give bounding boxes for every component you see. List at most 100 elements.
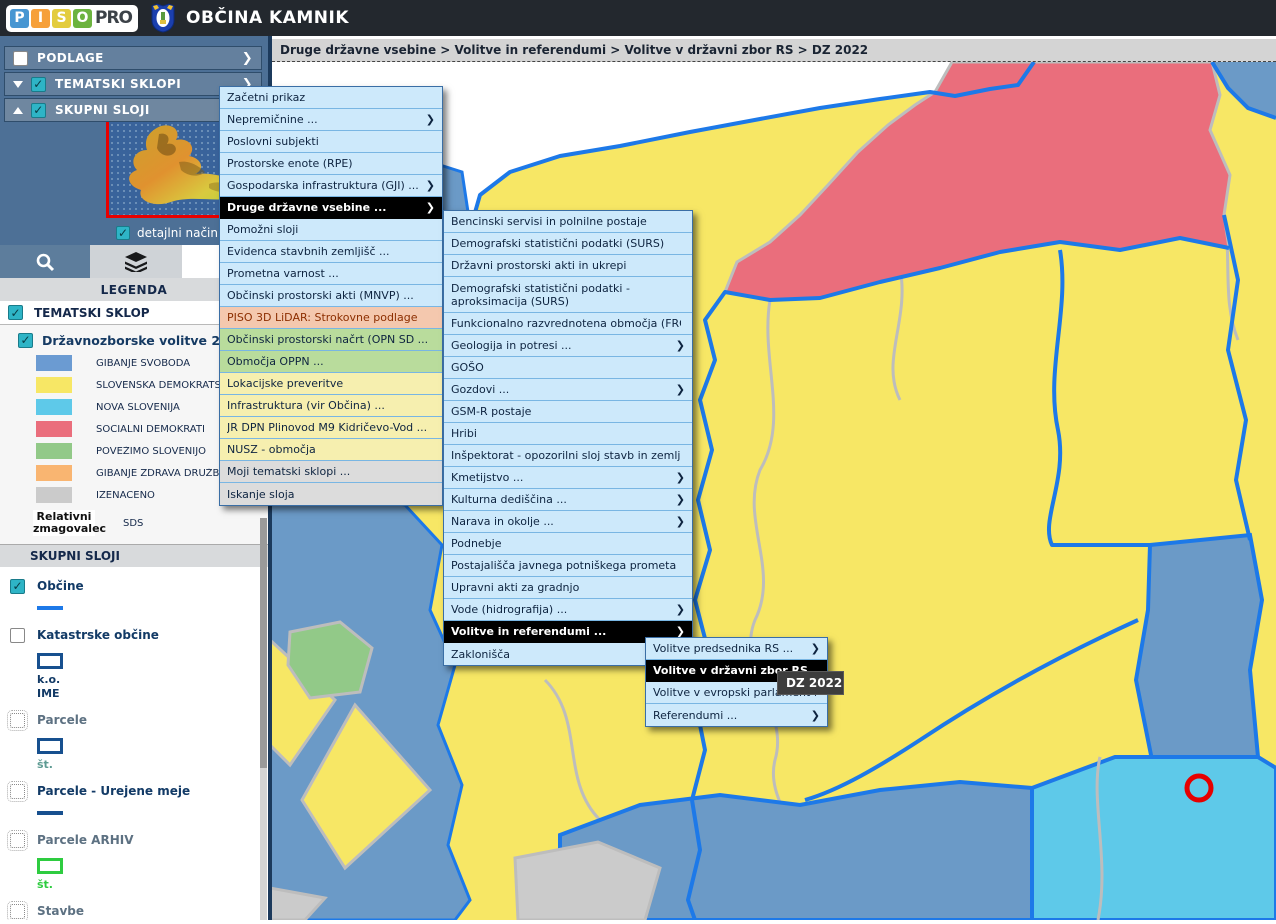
menu-item[interactable]: Območja OPPN ... [220,351,442,373]
menu-item-label: Območja OPPN ... [227,355,431,368]
menu-item[interactable]: Referendumi ... ❯ [646,704,827,726]
tematski-sklop-label: TEMATSKI SKLOP [34,306,150,320]
menu-item-label: Kmetijstvo ... [451,471,672,484]
expand-icon[interactable] [13,107,23,114]
menu-item[interactable]: Infrastruktura (vir Občina) ... [220,395,442,417]
submenu-arrow-icon: ❯ [676,515,685,528]
menu-item[interactable]: Občinski prostorski akti (MNVP) ... [220,285,442,307]
layer-sublabel: IME [37,687,268,701]
menu-item-label: Kulturna dediščina ... [451,493,672,506]
submenu-arrow-icon: ❯ [676,493,685,506]
layer-checkbox[interactable] [10,833,25,848]
menu-item[interactable]: Demografski statistični podatki (SURS) [444,233,692,255]
menu-item[interactable]: JR DPN Plinovod M9 Kidričevo-Vod ... [220,417,442,439]
menu-item-label: Prometna varnost ... [227,267,431,280]
sidebar-scrollbar[interactable] [260,518,267,920]
menu-item[interactable]: Volitve predsednika RS ... ❯ [646,638,827,660]
menu-item-label: Druge državne vsebine ... [227,201,422,214]
region-blue-right [1136,535,1262,760]
menu-item-label: GOŠO [451,361,681,374]
menu-item[interactable]: Podnebje [444,533,692,555]
logo-letter-tile: S [52,9,71,28]
menu-item[interactable]: Funkcionalno razvrednotena območja (FRO) [444,313,692,335]
tematski-sklop-checkbox[interactable]: ✓ [8,305,23,320]
menu-item-label: Podnebje [451,537,681,550]
menu-item-label: Infrastruktura (vir Občina) ... [227,399,431,412]
scrollbar-thumb[interactable] [260,518,267,768]
menu-item[interactable]: Gozdovi ... ❯ [444,379,692,401]
theme-checkbox[interactable]: ✓ [18,333,33,348]
layer-sublabel: št. [37,878,268,892]
menu-item[interactable]: GSM-R postaje [444,401,692,423]
chevron-right-icon[interactable]: ❯ [242,51,253,66]
detail-mode-checkbox[interactable]: ✓ [116,226,130,240]
menu-item-label: JR DPN Plinovod M9 Kidričevo-Vod ... [227,421,431,434]
logo-letter-tile: P [10,9,29,28]
collapse-icon[interactable] [13,81,23,88]
layer-symbol-swatch [37,738,63,754]
menu-item-label: Narava in okolje ... [451,515,672,528]
relative-winner-label: Relativni zmagovalec [33,510,95,536]
menu-item[interactable]: Hribi [444,423,692,445]
menu-item[interactable]: Državni prostorski akti in ukrepi [444,255,692,277]
menu-item-label: Upravni akti za gradnjo [451,581,681,594]
menu-item[interactable]: Iskanje sloja [220,483,442,505]
menu-item[interactable]: Demografski statistični podatki - aproks… [444,277,692,313]
layer-checkbox[interactable] [10,784,25,799]
menu-item[interactable]: Evidenca stavbnih zemljišč ... [220,241,442,263]
legend-color-swatch [36,443,72,459]
tab-search[interactable] [0,245,90,278]
menu-item-label: Hribi [451,427,681,440]
menu-item[interactable]: PISO 3D LiDAR: Strokovne podlage [220,307,442,329]
menu-item-label: Postajališča javnega potniškega prometa [451,559,681,572]
menu-item[interactable]: Geologija in potresi ... ❯ [444,335,692,357]
menu-item-label: Bencinski servisi in polnilne postaje [451,215,681,228]
menu-item-label: Gozdovi ... [451,383,672,396]
menu-item[interactable]: Začetni prikaz [220,87,442,109]
menu-item[interactable]: Druge državne vsebine ... ❯ [220,197,442,219]
layer-checkbox[interactable] [10,904,25,919]
detail-mode-label: detajlni način [137,226,218,240]
menu-item[interactable]: Vode (hidrografija) ... ❯ [444,599,692,621]
menu-item[interactable]: Inšpektorat - opozorilni sloj stavb in z… [444,445,692,467]
layer-checkbox[interactable] [10,713,25,728]
menu-item[interactable]: Bencinski servisi in polnilne postaje [444,211,692,233]
menu-item-label: NUSZ - območja [227,443,431,456]
menu-item[interactable]: Upravni akti za gradnjo [444,577,692,599]
menu-item[interactable]: Moji tematski sklopi ... [220,461,442,483]
panel-podlage[interactable]: PODLAGE ❯ [4,46,262,70]
piso-logo[interactable]: PISO PRO [6,5,138,32]
skupni-checkbox[interactable]: ✓ [31,103,46,118]
menu-item[interactable]: Nepremičnine ... ❯ [220,109,442,131]
layer-checkbox[interactable] [10,628,25,643]
menu-item-label: Poslovni subjekti [227,135,431,148]
menu-item[interactable]: NUSZ - območja [220,439,442,461]
logo-letter-tile: O [73,9,92,28]
layer-symbol-swatch [37,811,63,815]
layer-checkbox[interactable]: ✓ [10,579,25,594]
tematski-checkbox[interactable]: ✓ [31,77,46,92]
submenu-arrow-icon: ❯ [811,709,820,722]
menu-item[interactable]: Lokacijske preveritve [220,373,442,395]
menu-item[interactable]: Prostorske enote (RPE) [220,153,442,175]
menu-item[interactable]: Kulturna dediščina ... ❯ [444,489,692,511]
layer-label: Parcele - Urejene meje [37,784,190,798]
submenu-arrow-icon: ❯ [811,642,820,655]
menu-item[interactable]: Prometna varnost ... [220,263,442,285]
menu-item[interactable]: Kmetijstvo ... ❯ [444,467,692,489]
menu-item[interactable]: Postajališča javnega potniškega prometa [444,555,692,577]
menu-item[interactable]: Gospodarska infrastruktura (GJI) ... ❯ [220,175,442,197]
layer-label: Občine [37,579,84,593]
tab-layers[interactable] [90,245,182,278]
menu-item[interactable]: Narava in okolje ... ❯ [444,511,692,533]
menu-item[interactable]: Pomožni sloji [220,219,442,241]
podlage-checkbox[interactable] [13,51,28,66]
layer-label: Katastrske občine [37,628,159,642]
region-blue-sliver [440,165,468,215]
menu-item-label: Gospodarska infrastruktura (GJI) ... [227,179,422,192]
menu-item[interactable]: Občinski prostorski načrt (OPN SD ... [220,329,442,351]
menu-item-label: Državni prostorski akti in ukrepi [451,259,681,272]
menu-item[interactable]: Poslovni subjekti [220,131,442,153]
menu-item[interactable]: GOŠO [444,357,692,379]
submenu-arrow-icon: ❯ [676,339,685,352]
